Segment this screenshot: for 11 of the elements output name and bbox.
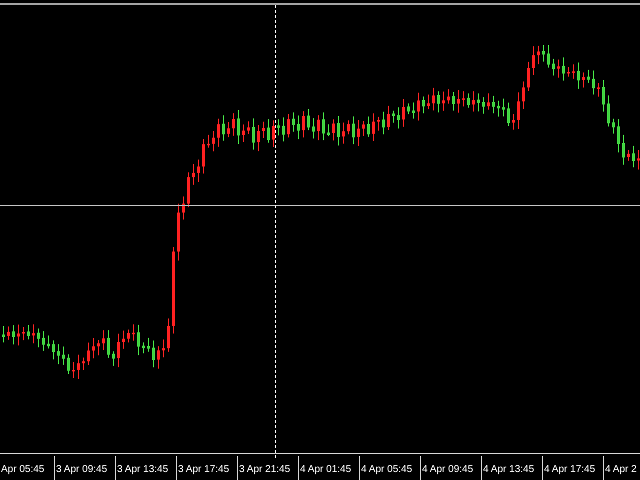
time-axis-label: 4 Apr 01:45 — [300, 464, 352, 475]
time-axis-label: 4 Apr 13:45 — [483, 464, 534, 475]
time-axis-label: Apr 05:45 — [1, 464, 44, 475]
time-axis-label: 3 Apr 13:45 — [117, 464, 168, 475]
time-axis-label: 3 Apr 21:45 — [239, 464, 290, 475]
time-axis-label: 4 Apr 09:45 — [422, 464, 474, 475]
time-axis-label: 3 Apr 09:45 — [56, 464, 108, 475]
time-axis-label: 4 Apr 2 — [605, 464, 637, 475]
time-axis-label: 4 Apr 17:45 — [544, 464, 596, 475]
time-axis-label: 3 Apr 17:45 — [178, 464, 230, 475]
time-axis-label: 4 Apr 05:45 — [361, 464, 412, 475]
